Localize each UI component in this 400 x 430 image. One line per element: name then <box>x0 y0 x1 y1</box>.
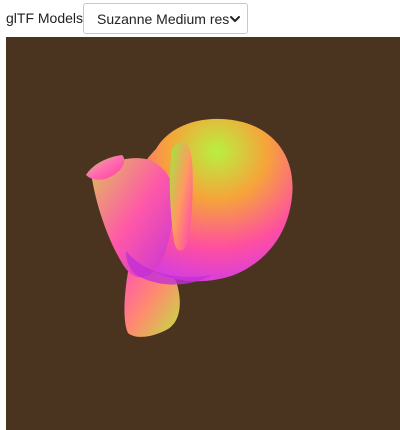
suzanne-model <box>86 118 293 337</box>
toolbar: glTF Models: Suzanne Medium res <box>0 0 400 37</box>
model-select[interactable]: Suzanne Medium res <box>83 3 248 34</box>
model-select-value: Suzanne Medium res <box>97 11 230 27</box>
models-label: glTF Models: <box>6 10 87 26</box>
webgl-canvas[interactable] <box>6 37 400 430</box>
chevron-down-icon <box>230 16 240 22</box>
